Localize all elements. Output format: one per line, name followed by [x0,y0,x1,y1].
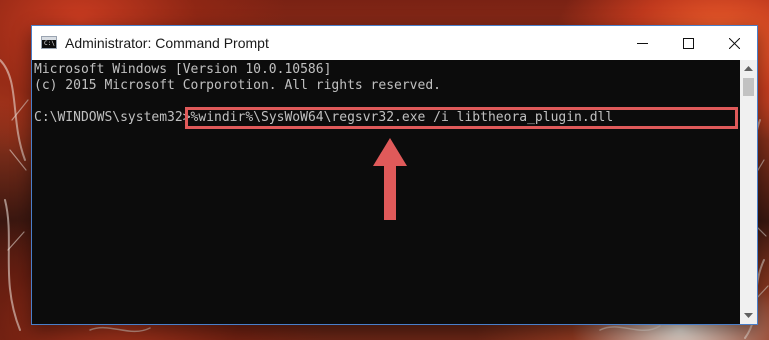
close-button[interactable] [711,26,757,60]
console-line: Microsoft Windows [Version 10.0.10586] [34,62,332,77]
close-icon [728,37,740,49]
scroll-down-icon [744,313,753,318]
minimize-button[interactable] [619,26,665,60]
maximize-icon [682,37,694,49]
scroll-up-button[interactable] [740,60,757,77]
console-prompt: C:\WINDOWS\system32> [34,110,191,125]
minimize-icon [636,42,648,44]
scroll-down-button[interactable] [740,307,757,324]
scroll-thumb[interactable] [743,78,754,96]
vertical-scrollbar[interactable] [740,60,757,324]
console-line: (c) 2015 Microsoft Corporotion. All righ… [34,78,441,93]
window-title: Administrator: Command Prompt [65,35,269,51]
command-prompt-window: C:\ Administrator: Command Prompt Micros… [31,25,758,325]
command-highlight-box [185,107,738,129]
cmd-icon-glyph: C:\ [44,40,55,47]
scroll-up-icon [744,66,753,71]
title-bar[interactable]: C:\ Administrator: Command Prompt [32,26,757,60]
console-output[interactable]: Microsoft Windows [Version 10.0.10586] (… [32,60,740,324]
up-arrow-icon [373,138,407,220]
cmd-icon: C:\ [41,36,57,49]
maximize-button[interactable] [665,26,711,60]
